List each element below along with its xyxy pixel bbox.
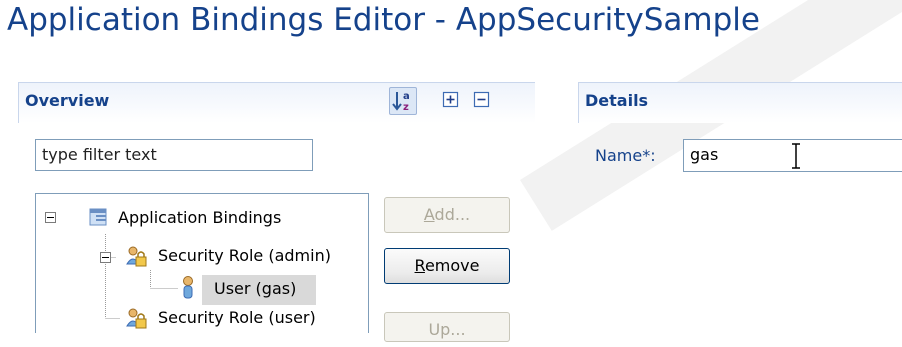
add-button-mnemonic: A (423, 205, 435, 224)
remove-button[interactable]: Remove (384, 248, 510, 284)
overview-title: Overview (25, 91, 110, 110)
svg-text:z: z (403, 102, 409, 113)
tree-item-application-bindings[interactable]: Application Bindings (118, 208, 281, 227)
add-button-label: dd... (434, 205, 471, 224)
expand-all-button[interactable] (440, 89, 462, 111)
collapse-all-icon (473, 91, 490, 108)
tree-item-security-role-user[interactable]: Security Role (user) (158, 308, 316, 327)
tree-item-user-gas[interactable]: User (gas) (214, 279, 296, 298)
add-button[interactable]: Add... (384, 197, 510, 233)
collapse-toggle-icon[interactable] (100, 252, 111, 263)
details-title: Details (585, 91, 649, 110)
remove-button-mnemonic: R (414, 256, 425, 275)
text-cursor-icon (792, 143, 800, 169)
editor-title: Application Bindings Editor - AppSecurit… (7, 2, 760, 38)
up-button[interactable]: Up... (384, 312, 510, 342)
security-role-icon (126, 308, 147, 329)
details-section-header: Details (578, 82, 902, 123)
sort-alphabetical-icon: a z (392, 91, 410, 113)
filter-input[interactable]: type filter text (35, 139, 313, 171)
name-label: Name*: (595, 146, 656, 165)
remove-button-label: emove (424, 256, 480, 275)
collapse-all-button[interactable] (471, 89, 493, 111)
expand-all-icon (442, 91, 459, 108)
application-bindings-icon (89, 208, 107, 226)
svg-text:a: a (403, 91, 410, 102)
tree-item-security-role-admin[interactable]: Security Role (admin) (158, 246, 331, 265)
user-icon (183, 276, 193, 299)
collapse-toggle-icon[interactable] (45, 212, 56, 223)
security-role-icon (126, 246, 147, 267)
bindings-tree[interactable]: Application Bindings Security Role (admi… (35, 193, 369, 333)
sort-button[interactable]: a z (389, 87, 417, 115)
